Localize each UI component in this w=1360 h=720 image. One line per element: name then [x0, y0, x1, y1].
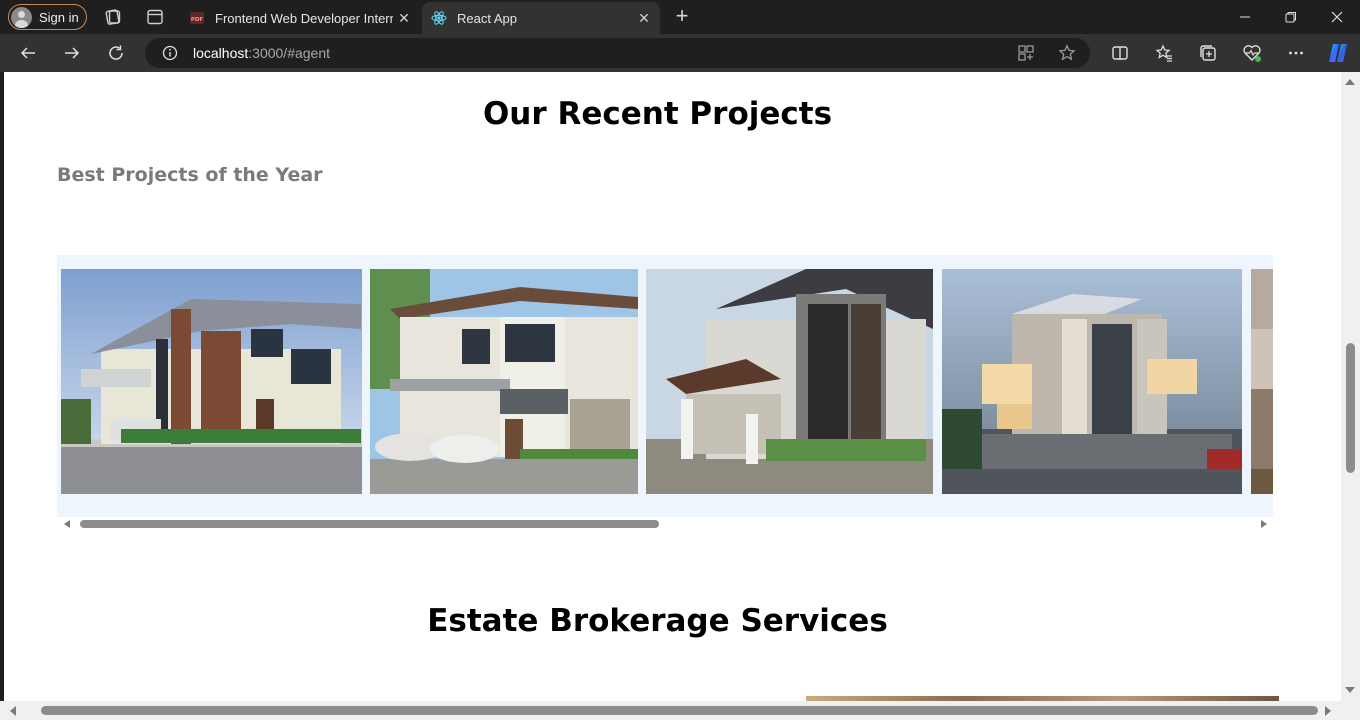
- horizontal-scroll-thumb[interactable]: [41, 706, 1318, 715]
- copilot-icon[interactable]: [1326, 41, 1350, 65]
- restore-button[interactable]: [1268, 0, 1314, 34]
- address-bar[interactable]: localhost:3000/#agent: [145, 38, 1090, 68]
- close-tab-icon[interactable]: ✕: [396, 10, 412, 26]
- workspaces-icon[interactable]: [104, 8, 122, 26]
- url-text: localhost:3000/#agent: [193, 45, 330, 61]
- refresh-button[interactable]: [106, 43, 126, 63]
- projects-carousel[interactable]: [57, 255, 1273, 517]
- forward-button[interactable]: [62, 43, 82, 63]
- scroll-right-arrow-icon[interactable]: [1325, 706, 1331, 716]
- scroll-down-arrow-icon[interactable]: [1345, 687, 1355, 693]
- page-vertical-scrollbar[interactable]: [1341, 72, 1360, 701]
- url-host: localhost: [193, 45, 249, 61]
- project-image-2[interactable]: [370, 269, 638, 494]
- tab-title: React App: [457, 10, 517, 26]
- project-image-4[interactable]: [942, 269, 1242, 494]
- favorite-star-icon[interactable]: [1058, 44, 1076, 62]
- carousel-scrollbar[interactable]: [57, 517, 1273, 531]
- collections-icon[interactable]: [1198, 43, 1218, 63]
- scroll-left-arrow-icon[interactable]: [64, 520, 70, 528]
- services-heading: Estate Brokerage Services: [427, 603, 888, 639]
- projects-heading: Our Recent Projects: [482, 96, 833, 132]
- browser-title-bar: Sign in PDF Frontend Web Developer Inter…: [0, 0, 1360, 34]
- scroll-right-arrow-icon[interactable]: [1261, 520, 1267, 528]
- svg-text:PDF: PDF: [191, 17, 204, 23]
- projects-subtitle: Best Projects of the Year: [57, 164, 323, 186]
- scroll-up-arrow-icon[interactable]: [1345, 79, 1355, 85]
- pdf-icon: PDF: [190, 12, 204, 24]
- tab-actions-icon[interactable]: [146, 8, 164, 26]
- sign-in-label: Sign in: [39, 9, 79, 25]
- tab-react-app[interactable]: React App ✕: [422, 2, 660, 34]
- react-icon: [431, 11, 447, 25]
- project-image-1[interactable]: [61, 269, 362, 494]
- split-screen-icon[interactable]: [1110, 43, 1130, 63]
- tab-title: Frontend Web Developer Internship: [215, 10, 393, 26]
- browser-essentials-icon[interactable]: [1242, 43, 1262, 63]
- project-image-3[interactable]: [646, 269, 933, 494]
- favorites-icon[interactable]: [1154, 43, 1174, 63]
- new-tab-button[interactable]: +: [672, 5, 692, 27]
- site-info-icon[interactable]: [162, 45, 178, 61]
- tab-frontend-internship[interactable]: PDF Frontend Web Developer Internship ✕: [180, 2, 420, 34]
- close-window-button[interactable]: [1314, 0, 1360, 34]
- browser-toolbar: localhost:3000/#agent: [0, 34, 1360, 72]
- project-image-5[interactable]: [1251, 269, 1273, 494]
- settings-more-icon[interactable]: [1286, 43, 1306, 63]
- page-horizontal-scrollbar[interactable]: [0, 701, 1360, 720]
- scroll-left-arrow-icon[interactable]: [10, 706, 16, 716]
- back-button[interactable]: [18, 43, 38, 63]
- carousel-scroll-thumb[interactable]: [80, 520, 659, 528]
- app-available-icon[interactable]: [1017, 44, 1035, 62]
- close-tab-icon[interactable]: ✕: [636, 10, 652, 26]
- minimize-button[interactable]: [1222, 0, 1268, 34]
- page-viewport: Our Recent Projects Best Projects of the…: [4, 72, 1341, 701]
- sign-in-button[interactable]: Sign in: [8, 4, 87, 30]
- url-path: :3000/#agent: [248, 45, 331, 61]
- avatar-icon: [11, 6, 32, 28]
- vertical-scroll-thumb[interactable]: [1346, 343, 1355, 473]
